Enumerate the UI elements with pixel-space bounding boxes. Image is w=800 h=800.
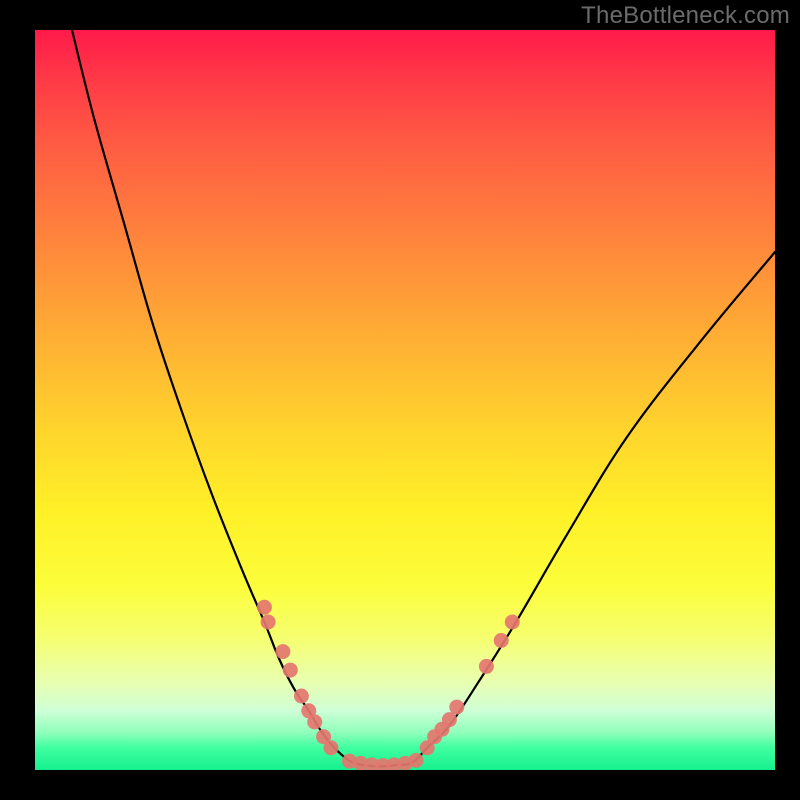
data-marker	[505, 615, 520, 630]
data-marker	[307, 714, 322, 729]
bottleneck-curve	[72, 30, 775, 766]
curve-group	[72, 30, 775, 766]
data-marker	[442, 712, 457, 727]
data-marker	[449, 700, 464, 715]
data-marker	[283, 663, 298, 678]
data-marker	[324, 740, 339, 755]
marker-group	[257, 600, 520, 770]
data-marker	[479, 659, 494, 674]
chart-svg	[35, 30, 775, 770]
data-marker	[294, 689, 309, 704]
data-marker	[257, 600, 272, 615]
data-marker	[494, 633, 509, 648]
data-marker	[261, 615, 276, 630]
chart-container: TheBottleneck.com	[0, 0, 800, 800]
data-marker	[275, 644, 290, 659]
data-marker	[409, 753, 424, 768]
watermark-text: TheBottleneck.com	[581, 2, 790, 30]
